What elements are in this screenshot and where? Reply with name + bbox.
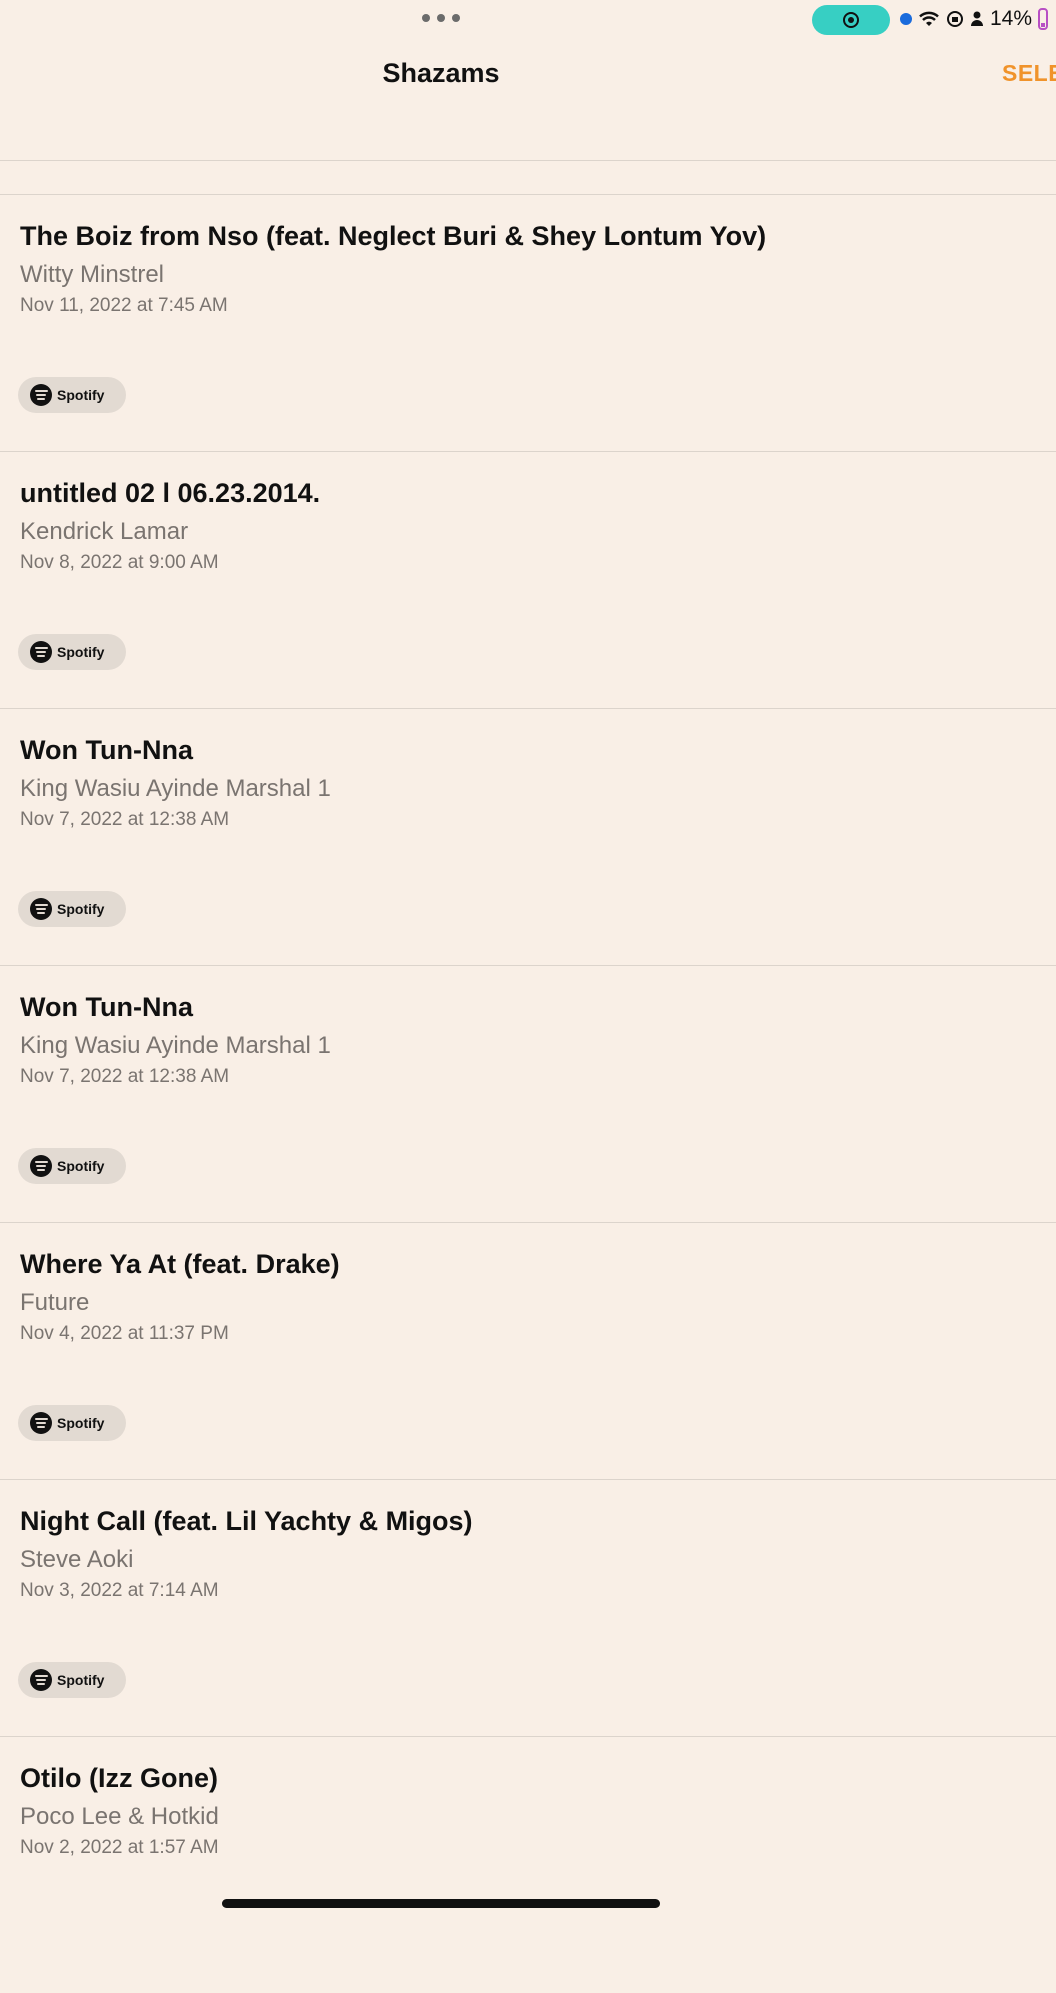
track-title: The Boiz from Nso (feat. Neglect Buri & … [20, 221, 767, 251]
track-artist: Steve Aoki [20, 1546, 134, 1573]
screen-recording-indicator[interactable] [812, 5, 890, 35]
spotify-button[interactable]: Spotify [18, 634, 126, 670]
home-indicator[interactable] [222, 1899, 660, 1908]
track-artist: Kendrick Lamar [20, 518, 189, 545]
track-date: Nov 7, 2022 at 12:38 AM [20, 1066, 230, 1087]
battery-percentage: 14% [990, 7, 1033, 30]
spotify-label: Spotify [57, 1415, 105, 1431]
status-icons: 14% [900, 7, 1049, 31]
spotify-button[interactable]: Spotify [18, 891, 126, 927]
select-button[interactable]: SELE [1002, 60, 1056, 87]
track-title: Won Tun-Nna [20, 735, 193, 765]
battery-icon [1038, 8, 1049, 30]
spotify-icon [30, 1155, 52, 1177]
list-item[interactable]: untitled 02 l 06.23.2014. Kendrick Lamar… [0, 451, 1056, 708]
person-icon [971, 11, 983, 26]
location-dot-icon [900, 13, 912, 25]
track-artist: Future [20, 1289, 90, 1316]
spotify-icon [30, 641, 52, 663]
spotify-icon [30, 898, 52, 920]
track-artist: King Wasiu Ayinde Marshal 1 [20, 775, 331, 802]
track-title: Where Ya At (feat. Drake) [20, 1249, 340, 1279]
track-date: Nov 3, 2022 at 7:14 AM [20, 1580, 219, 1601]
track-date: Nov 11, 2022 at 7:45 AM [20, 295, 228, 316]
navigation-bar: Shazams SELE [0, 40, 1056, 161]
track-title: untitled 02 l 06.23.2014. [20, 478, 321, 508]
spotify-button[interactable]: Spotify [18, 1662, 126, 1698]
track-artist: Witty Minstrel [20, 261, 164, 288]
spotify-icon [30, 1412, 52, 1434]
spotify-icon [30, 1669, 52, 1691]
spotify-label: Spotify [57, 1158, 105, 1174]
track-title: Otilo (Izz Gone) [20, 1763, 218, 1793]
wifi-icon [919, 11, 939, 26]
page-title: Shazams [382, 58, 500, 88]
spotify-icon [30, 384, 52, 406]
list-item[interactable]: Won Tun-Nna King Wasiu Ayinde Marshal 1 … [0, 708, 1056, 965]
track-artist: Poco Lee & Hotkid [20, 1803, 219, 1830]
track-artist: King Wasiu Ayinde Marshal 1 [20, 1032, 331, 1059]
list-item[interactable]: The Boiz from Nso (feat. Neglect Buri & … [0, 194, 1056, 451]
spotify-label: Spotify [57, 901, 105, 917]
track-title: Night Call (feat. Lil Yachty & Migos) [20, 1506, 473, 1536]
list-item[interactable]: Otilo (Izz Gone) Poco Lee & Hotkid Nov 2… [0, 1736, 1056, 1993]
track-date: Nov 4, 2022 at 11:37 PM [20, 1323, 229, 1344]
spotify-label: Spotify [57, 1672, 105, 1688]
multitasking-dots-icon[interactable] [422, 14, 460, 22]
list-item[interactable]: Where Ya At (feat. Drake) Future Nov 4, … [0, 1222, 1056, 1479]
spotify-label: Spotify [57, 387, 105, 403]
orientation-lock-icon [947, 11, 963, 27]
track-date: Nov 2, 2022 at 1:57 AM [20, 1837, 219, 1858]
spotify-button[interactable]: Spotify [18, 1148, 126, 1184]
list-item[interactable]: Won Tun-Nna King Wasiu Ayinde Marshal 1 … [0, 965, 1056, 1222]
list-item[interactable]: Night Call (feat. Lil Yachty & Migos) St… [0, 1479, 1056, 1736]
spotify-label: Spotify [57, 644, 105, 660]
shazam-list: The Boiz from Nso (feat. Neglect Buri & … [0, 194, 1056, 1993]
spotify-button[interactable]: Spotify [18, 377, 126, 413]
record-icon [843, 12, 859, 28]
spotify-button[interactable]: Spotify [18, 1405, 126, 1441]
track-date: Nov 8, 2022 at 9:00 AM [20, 552, 219, 573]
track-title: Won Tun-Nna [20, 992, 193, 1022]
status-bar: 14% [0, 0, 1056, 40]
track-date: Nov 7, 2022 at 12:38 AM [20, 809, 230, 830]
